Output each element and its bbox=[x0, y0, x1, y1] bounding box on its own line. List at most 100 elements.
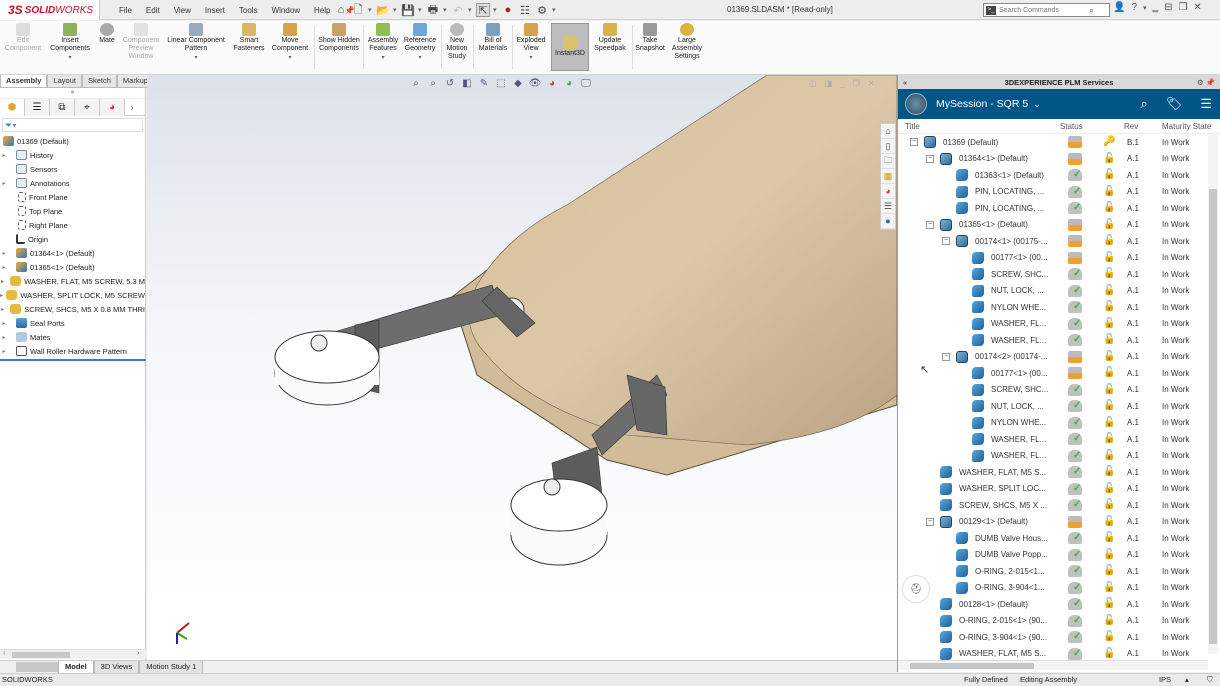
table-row[interactable]: WASHER, FL... 🔓 A.1 In Work bbox=[898, 431, 1208, 448]
unlocked-icon[interactable]: 🔓 bbox=[1103, 648, 1115, 660]
table-row[interactable]: PIN, LOCATING, ... 🔓 A.1 In Work bbox=[898, 184, 1208, 201]
tree-filter[interactable]: ⏷▾ bbox=[2, 118, 143, 132]
take-snapshot-button[interactable]: Take Snapshot bbox=[634, 23, 666, 53]
synced-status-icon[interactable] bbox=[1068, 532, 1082, 545]
select-cursor-icon[interactable]: ⇱ bbox=[476, 3, 490, 17]
synced-status-icon[interactable] bbox=[1068, 416, 1082, 429]
edit-component-button[interactable]: Edit Component bbox=[5, 23, 41, 53]
column-rev[interactable]: Rev bbox=[1124, 122, 1138, 131]
table-row[interactable]: SCREW, SHC... 🔓 A.1 In Work bbox=[898, 266, 1208, 283]
status-units[interactable]: IPS bbox=[1159, 674, 1171, 686]
menu-edit[interactable]: Edit bbox=[139, 6, 167, 15]
dropdown-arrow[interactable]: ▾ bbox=[368, 6, 373, 14]
displaymanager-tab-icon[interactable]: ◕ bbox=[100, 99, 125, 116]
dropdown-arrow[interactable]: ▾ bbox=[443, 6, 448, 14]
design-library-icon[interactable]: ▯ bbox=[881, 139, 895, 154]
synced-status-icon[interactable] bbox=[1068, 317, 1082, 330]
menu-file[interactable]: File bbox=[112, 6, 139, 15]
synced-status-icon[interactable] bbox=[1068, 647, 1082, 660]
tree-item[interactable]: Origin bbox=[0, 232, 145, 246]
linear-component-pattern-button[interactable]: Linear Component Pattern ▾ bbox=[164, 23, 228, 62]
viewport-minimize-icon[interactable]: _ bbox=[840, 79, 844, 88]
menu-insert[interactable]: Insert bbox=[198, 6, 232, 15]
tag-icon[interactable]: 🏷 bbox=[1166, 96, 1183, 112]
tree-item[interactable]: ▸ WASHER, SPLIT LOCK, M5 SCREW bbox=[0, 288, 145, 302]
table-row[interactable]: WASHER, FLAT, M5 S... 🔓 A.1 In Work bbox=[898, 464, 1208, 481]
synced-status-icon[interactable] bbox=[1068, 548, 1082, 561]
user-icon[interactable]: 👤 bbox=[1113, 2, 1125, 13]
synced-status-icon[interactable] bbox=[1068, 202, 1082, 215]
unlocked-icon[interactable]: 🔓 bbox=[1103, 565, 1115, 577]
unlocked-icon[interactable]: 🔓 bbox=[1103, 384, 1115, 396]
table-row[interactable]: WASHER, FLAT, M5 S... 🔓 A.1 In Work bbox=[898, 646, 1208, 661]
unlocked-icon[interactable]: 🔓 bbox=[1103, 450, 1115, 462]
chevron-down-icon[interactable]: ⌄ bbox=[1033, 99, 1041, 110]
dropdown-arrow[interactable]: ▾ bbox=[468, 6, 473, 14]
table-row[interactable]: − 00174<1> (00175-... 🔓 A.1 In Work bbox=[898, 233, 1208, 250]
insert-components-button[interactable]: Insert Components ▾ bbox=[46, 23, 94, 62]
synced-status-icon[interactable] bbox=[1068, 268, 1082, 281]
synced-status-icon[interactable] bbox=[1068, 433, 1082, 446]
save-icon[interactable]: 💾 bbox=[401, 3, 415, 17]
unlocked-icon[interactable]: 🔓 bbox=[1103, 582, 1115, 594]
synced-status-icon[interactable] bbox=[1068, 449, 1082, 462]
unlocked-icon[interactable]: 🔓 bbox=[1103, 202, 1115, 214]
undo-icon[interactable]: ↶ bbox=[451, 3, 465, 17]
menu-window[interactable]: Window bbox=[265, 6, 307, 15]
table-row[interactable]: O-RING, 3-904<1> (90... 🔓 A.1 In Work bbox=[898, 629, 1208, 646]
tab-assembly[interactable]: Assembly bbox=[0, 75, 48, 88]
scroll-thumb[interactable] bbox=[910, 663, 1034, 669]
file-properties-icon[interactable]: ☷ bbox=[518, 3, 532, 17]
session-selector[interactable]: MySession - SQR 5 bbox=[936, 98, 1028, 110]
expand-arrow-icon[interactable]: ▸ bbox=[0, 306, 5, 313]
synced-status-icon[interactable] bbox=[1068, 499, 1082, 512]
help-icon[interactable]: ? bbox=[1131, 2, 1137, 13]
new-motion-study-button[interactable]: New Motion Study bbox=[443, 23, 471, 61]
reference-geometry-button[interactable]: Reference Geometry ▾ bbox=[402, 23, 438, 62]
tree-item[interactable]: ▸ 01365<1> (Default) bbox=[0, 260, 145, 274]
tree-item[interactable]: ▸ History bbox=[0, 148, 145, 162]
view-settings-icon[interactable]: 🖵 bbox=[579, 78, 593, 89]
save-status-icon[interactable] bbox=[1068, 136, 1082, 149]
unlocked-icon[interactable]: 🔓 bbox=[1103, 598, 1115, 610]
save-status-icon[interactable] bbox=[1068, 251, 1082, 264]
synced-status-icon[interactable] bbox=[1068, 284, 1082, 297]
unlocked-icon[interactable]: 🔓 bbox=[1103, 516, 1115, 528]
tree-item[interactable]: Right Plane bbox=[0, 218, 145, 232]
menu-tools[interactable]: Tools bbox=[232, 6, 265, 15]
table-row[interactable]: 00128<1> (Default) 🔓 A.1 In Work bbox=[898, 596, 1208, 613]
expand-arrow-icon[interactable]: ▸ bbox=[0, 348, 8, 355]
save-status-icon[interactable] bbox=[1068, 367, 1082, 380]
unlocked-icon[interactable]: 🔓 bbox=[1103, 549, 1115, 561]
tree-item[interactable]: ▸ Seal Ports bbox=[0, 316, 145, 330]
unlocked-icon[interactable]: 🔓 bbox=[1103, 351, 1115, 363]
synced-status-icon[interactable] bbox=[1068, 334, 1082, 347]
view-orientation-icon[interactable]: ⬚ bbox=[494, 78, 508, 89]
search-icon[interactable]: ⌕ bbox=[1089, 5, 1094, 16]
column-maturity-state[interactable]: Maturity State bbox=[1162, 122, 1211, 131]
previous-view-icon[interactable]: ↺ bbox=[443, 78, 457, 89]
tree-item[interactable]: ▸ Wall Roller Hardware Pattern bbox=[0, 344, 145, 358]
tab-sketch[interactable]: Sketch bbox=[81, 75, 117, 88]
options-gear-icon[interactable]: ⚙ bbox=[535, 3, 549, 17]
collapse-toggle-icon[interactable]: − bbox=[942, 237, 950, 246]
unlocked-icon[interactable]: 🔓 bbox=[1103, 532, 1115, 544]
search-commands[interactable]: >_ ⌕ bbox=[983, 3, 1110, 17]
key-icon[interactable]: 🔑 bbox=[1103, 136, 1115, 148]
custom-properties-icon[interactable]: ☰ bbox=[881, 199, 895, 214]
help-dropdown-icon[interactable]: ▾ bbox=[1143, 4, 1147, 12]
table-row[interactable]: PIN, LOCATING, ... 🔓 A.1 In Work bbox=[898, 200, 1208, 217]
synced-status-icon[interactable] bbox=[1068, 565, 1082, 578]
synced-status-icon[interactable] bbox=[1068, 482, 1082, 495]
table-row[interactable]: 00177<1> (00... 🔓 A.1 In Work bbox=[898, 250, 1208, 267]
collapse-toggle-icon[interactable]: − bbox=[926, 220, 934, 229]
tree-item[interactable]: ▸ Mates bbox=[0, 330, 145, 344]
table-row[interactable]: − 00174<2> (00174-... 🔓 A.1 In Work bbox=[898, 349, 1208, 366]
dropdown-arrow[interactable]: ▾ bbox=[418, 54, 421, 62]
minimize-icon[interactable]: ‗ bbox=[1153, 2, 1159, 13]
unlocked-icon[interactable]: 🔓 bbox=[1103, 499, 1115, 511]
scroll-thumb[interactable] bbox=[12, 652, 70, 658]
table-row[interactable]: O-RING, 3-904<1... 🔓 A.1 In Work bbox=[898, 580, 1208, 597]
unlocked-icon[interactable]: 🔓 bbox=[1103, 169, 1115, 181]
exploded-view-button[interactable]: Exploded View ▾ bbox=[514, 23, 548, 62]
